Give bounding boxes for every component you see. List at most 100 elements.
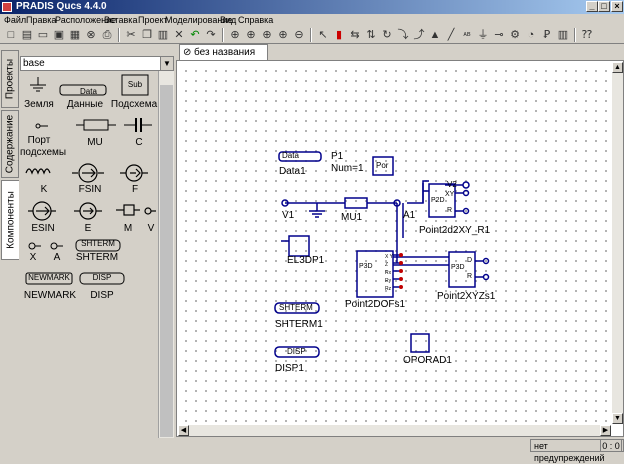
component-data[interactable]: Данные	[60, 99, 110, 111]
go-into-subcircuit-icon[interactable]: ⤵	[396, 28, 410, 42]
ground-icon[interactable]: ⏚	[476, 28, 490, 42]
point2xyzs-label[interactable]: Point2XYZs1	[437, 291, 495, 302]
copy-icon[interactable]: ❐	[140, 28, 154, 42]
menu-help[interactable]: Справка	[238, 14, 273, 26]
status-bar: нет предупреждений 0 : 0	[0, 438, 624, 463]
component-newmark[interactable]: NEWMARK	[22, 290, 78, 302]
shterm-icon-text: SHTERM	[81, 239, 115, 248]
whats-this-icon[interactable]: ⁇	[580, 28, 594, 42]
zoom-out-icon[interactable]: ⊖	[292, 28, 306, 42]
library-select[interactable]: base ▼	[20, 56, 174, 71]
shterm1-label[interactable]: SHTERM1	[275, 319, 323, 330]
schematic-canvas[interactable]: Data Data1 P1 Num=1 Por V1 MU1 A1 V2 P2D…	[179, 63, 611, 423]
marker-icon[interactable]: Ꝑ	[540, 28, 554, 42]
p3d-pin-a: P3D	[359, 263, 373, 270]
vertical-scrollbar[interactable]: ▲ ▼	[612, 62, 623, 424]
simulate-icon[interactable]: ◔	[524, 28, 538, 42]
undo-icon[interactable]: ↶	[188, 28, 202, 42]
menu-bar: Файл Правка Расположение Вставка Проект …	[0, 14, 624, 26]
menu-project[interactable]: Проект	[138, 14, 168, 26]
pop-out-icon[interactable]: ⤴	[412, 28, 426, 42]
r-pin: R	[447, 207, 453, 214]
save-all-icon[interactable]: ▦	[68, 28, 82, 42]
component-esin[interactable]: ESIN	[28, 223, 58, 235]
component-ground[interactable]: Земля	[20, 99, 58, 111]
tab-contents[interactable]: Содержание	[1, 110, 19, 178]
scroll-down-icon[interactable]: ▼	[612, 413, 623, 424]
cut-icon[interactable]: ✂	[124, 28, 138, 42]
delete-icon[interactable]: ✕	[172, 28, 186, 42]
view-data-icon[interactable]: ▥	[556, 28, 570, 42]
zoom-selection-icon[interactable]: ⊕	[244, 28, 258, 42]
scroll-left-icon[interactable]: ◀	[178, 425, 189, 436]
minimize-button[interactable]: _	[586, 1, 598, 12]
p1-label[interactable]: P1	[331, 151, 343, 162]
component-c[interactable]: C	[124, 137, 154, 149]
open-icon[interactable]: ▭	[36, 28, 50, 42]
tab-components[interactable]: Компоненты	[1, 180, 19, 260]
menu-file[interactable]: Файл	[4, 14, 26, 26]
document-icon: ⊘	[183, 47, 192, 58]
component-disp[interactable]: DISP	[84, 290, 120, 302]
component-subcircuit[interactable]: Подсхема	[110, 99, 158, 111]
tab-projects[interactable]: Проекты	[1, 50, 19, 108]
component-fsin[interactable]: FSIN	[72, 184, 108, 196]
scroll-right-icon[interactable]: ▶	[600, 425, 611, 436]
zoom-1-icon[interactable]: ⊕	[260, 28, 274, 42]
component-subcircuit-port[interactable]: Порт подсхемы	[20, 135, 66, 159]
paste-icon[interactable]: ▥	[156, 28, 170, 42]
mirror-y-icon[interactable]: ⇅	[364, 28, 378, 42]
components-panel: base ▼ Data Sub Земля Данные Подсхема Пор…	[20, 56, 174, 438]
close-doc-icon[interactable]: ⊗	[84, 28, 98, 42]
component-e[interactable]: E	[78, 223, 98, 235]
redo-icon[interactable]: ↷	[204, 28, 218, 42]
component-m[interactable]: M	[118, 223, 138, 235]
el3dp1-label[interactable]: EL3DP1	[287, 255, 324, 266]
mu1-label[interactable]: MU1	[341, 212, 362, 223]
component-x[interactable]: X	[26, 252, 40, 264]
component-shterm[interactable]: SHTERM	[74, 252, 120, 264]
new-file-icon[interactable]: □	[4, 28, 18, 42]
point2dofs-label[interactable]: Point2DOFs1	[345, 299, 405, 310]
save-icon[interactable]: ▣	[52, 28, 66, 42]
menu-edit[interactable]: Правка	[26, 14, 56, 26]
rotate-icon[interactable]: ↻	[380, 28, 394, 42]
port-icon[interactable]: ⊸	[492, 28, 506, 42]
equation-icon[interactable]: ⚙	[508, 28, 522, 42]
mirror-x-icon[interactable]: ⇆	[348, 28, 362, 42]
v1-label[interactable]: V1	[282, 210, 294, 221]
zoom-fit-icon[interactable]: ⊕	[228, 28, 242, 42]
v2-label[interactable]: V2	[447, 180, 457, 189]
deactivate-icon[interactable]: ▲	[428, 28, 442, 42]
maximize-button[interactable]: □	[598, 1, 610, 12]
horizontal-scrollbar[interactable]: ◀ ▶	[178, 425, 611, 436]
print-icon[interactable]: ⎙	[100, 28, 114, 42]
disp1-label[interactable]: DISP1	[275, 363, 304, 374]
num-label: Num=1	[331, 163, 364, 174]
edit-props-icon[interactable]: ▮	[332, 28, 346, 42]
tab-document[interactable]: ⊘ без названия	[179, 44, 268, 60]
component-mu[interactable]: MU	[72, 137, 118, 149]
close-button[interactable]: ×	[611, 1, 623, 12]
scrollbar-thumb[interactable]	[160, 85, 173, 437]
menu-view[interactable]: Вид	[220, 14, 236, 26]
zoom-in-icon[interactable]: ⊕	[276, 28, 290, 42]
component-list-scrollbar[interactable]	[158, 71, 174, 438]
sub-icon-text: Sub	[127, 80, 143, 89]
oporad1-label[interactable]: OPORAD1	[403, 355, 452, 366]
cursor-position: 0 : 0	[600, 439, 622, 452]
wire-icon[interactable]: ╱	[444, 28, 458, 42]
component-k[interactable]: K	[30, 184, 58, 196]
component-f[interactable]: F	[120, 184, 150, 196]
a1-label[interactable]: A1	[403, 210, 415, 221]
new-text-icon[interactable]: ▤	[20, 28, 34, 42]
scroll-up-icon[interactable]: ▲	[612, 62, 623, 73]
component-a[interactable]: A	[50, 252, 64, 264]
wire-label-icon[interactable]: ᴀʙ	[460, 28, 474, 42]
menu-insert[interactable]: Вставка	[104, 14, 137, 26]
select-icon[interactable]: ↖	[316, 28, 330, 42]
component-v[interactable]: V	[144, 223, 158, 235]
data1-label[interactable]: Data1	[279, 166, 306, 177]
point2d2xy-label[interactable]: Point2d2XY_R1	[419, 225, 490, 236]
p2d-pin: P2D	[431, 197, 445, 204]
